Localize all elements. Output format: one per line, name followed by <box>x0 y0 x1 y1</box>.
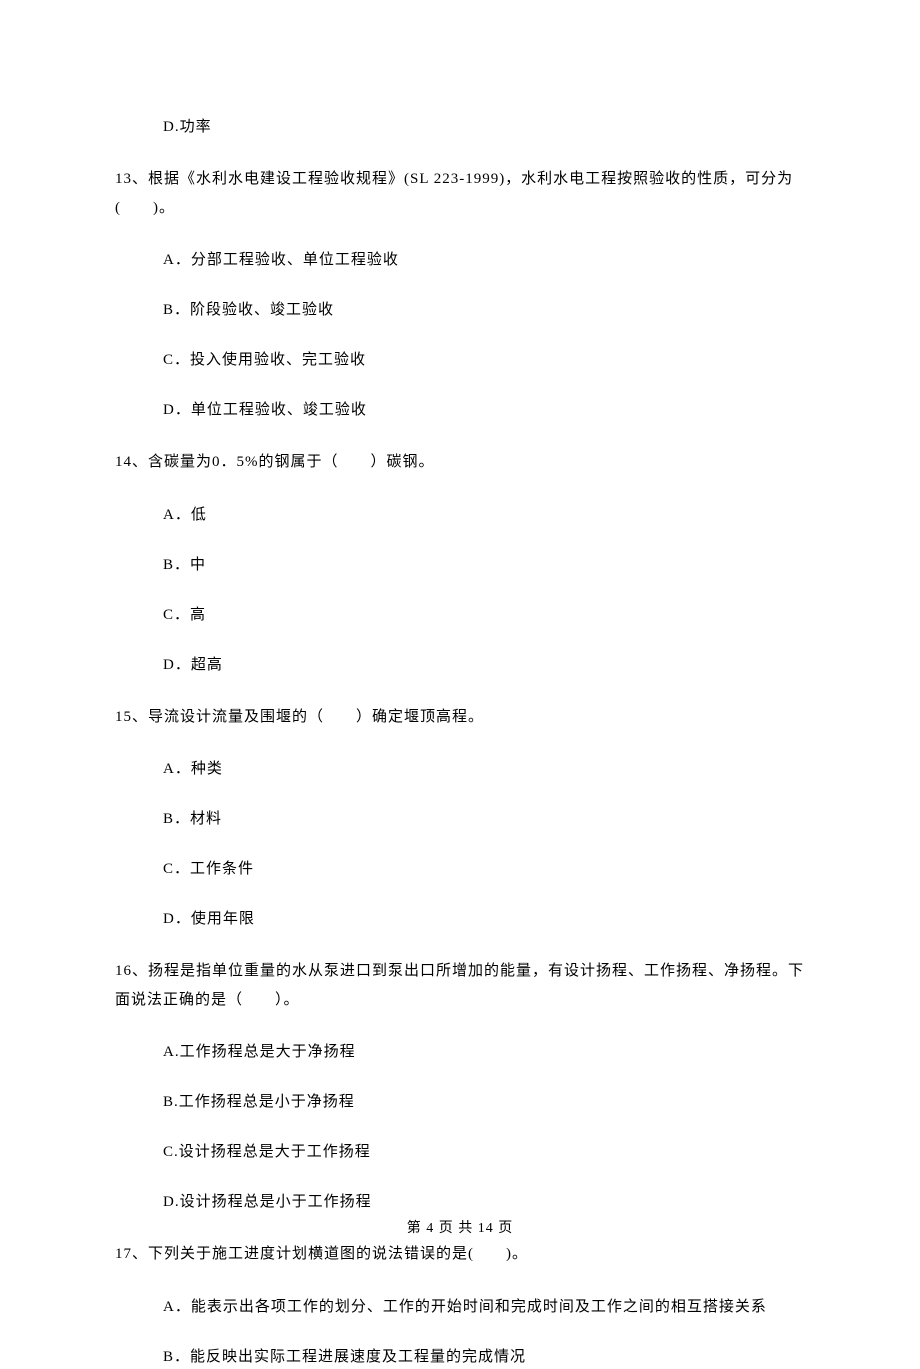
q17-option-a: A．能表示出各项工作的划分、工作的开始时间和完成时间及工作之间的相互搭接关系 <box>163 1295 805 1319</box>
q16-option-b: B.工作扬程总是小于净扬程 <box>163 1090 805 1114</box>
q13-text: 13、根据《水利水电建设工程验收规程》(SL 223-1999)，水利水电工程按… <box>115 165 805 222</box>
q15-option-c: C．工作条件 <box>163 857 805 881</box>
q16-option-d: D.设计扬程总是小于工作扬程 <box>163 1190 805 1214</box>
q17-option-b: B．能反映出实际工程进展速度及工程量的完成情况 <box>163 1345 805 1369</box>
q15-text: 15、导流设计流量及围堰的（ ）确定堰顶高程。 <box>115 703 805 732</box>
q17-text: 17、下列关于施工进度计划横道图的说法错误的是( )。 <box>115 1240 805 1269</box>
q15-option-a: A．种类 <box>163 757 805 781</box>
q15-option-b: B．材料 <box>163 807 805 831</box>
q13-option-b: B．阶段验收、竣工验收 <box>163 298 805 322</box>
q16-option-c: C.设计扬程总是大于工作扬程 <box>163 1140 805 1164</box>
q16-option-a: A.工作扬程总是大于净扬程 <box>163 1040 805 1064</box>
q14-option-c: C．高 <box>163 603 805 627</box>
q15-option-d: D．使用年限 <box>163 907 805 931</box>
page-footer: 第 4 页 共 14 页 <box>0 1217 920 1237</box>
q14-option-d: D．超高 <box>163 653 805 677</box>
q13-option-a: A．分部工程验收、单位工程验收 <box>163 248 805 272</box>
q13-option-d: D．单位工程验收、竣工验收 <box>163 398 805 422</box>
q14-option-a: A．低 <box>163 503 805 527</box>
q14-option-b: B．中 <box>163 553 805 577</box>
q16-text: 16、扬程是指单位重量的水从泵进口到泵出口所增加的能量，有设计扬程、工作扬程、净… <box>115 957 805 1014</box>
q14-text: 14、含碳量为0．5%的钢属于（ ）碳钢。 <box>115 448 805 477</box>
q12-option-d: D.功率 <box>163 115 805 139</box>
q13-option-c: C．投入使用验收、完工验收 <box>163 348 805 372</box>
